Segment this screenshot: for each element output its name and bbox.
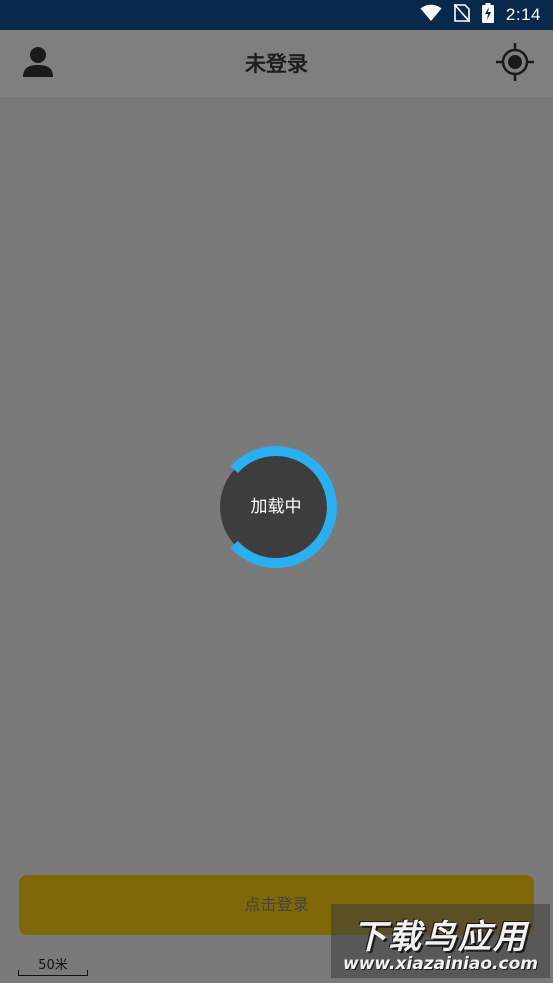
watermark-url: www.xiazainiao.com (343, 954, 538, 974)
watermark-title: 下载鸟应用 (353, 917, 528, 956)
locate-button[interactable] (495, 43, 535, 85)
no-sim-icon (453, 3, 471, 26)
locate-icon (496, 43, 534, 85)
watermark-logo: 下载鸟应用 www.xiazainiao.com (331, 904, 550, 978)
loading-text: 加载中 (250, 497, 302, 517)
page-title: 未登录 (245, 52, 308, 76)
battery-charging-icon (481, 3, 494, 27)
map-scale: 50米 (18, 954, 88, 976)
status-icons: 2:14 (420, 0, 541, 30)
loading-indicator: 加载中 (214, 445, 338, 569)
status-time: 2:14 (505, 5, 541, 24)
status-bar: 2:14 (0, 0, 553, 30)
wifi-icon (420, 4, 442, 26)
scale-bar (18, 970, 88, 976)
header-bar: 未登录 (0, 30, 553, 99)
